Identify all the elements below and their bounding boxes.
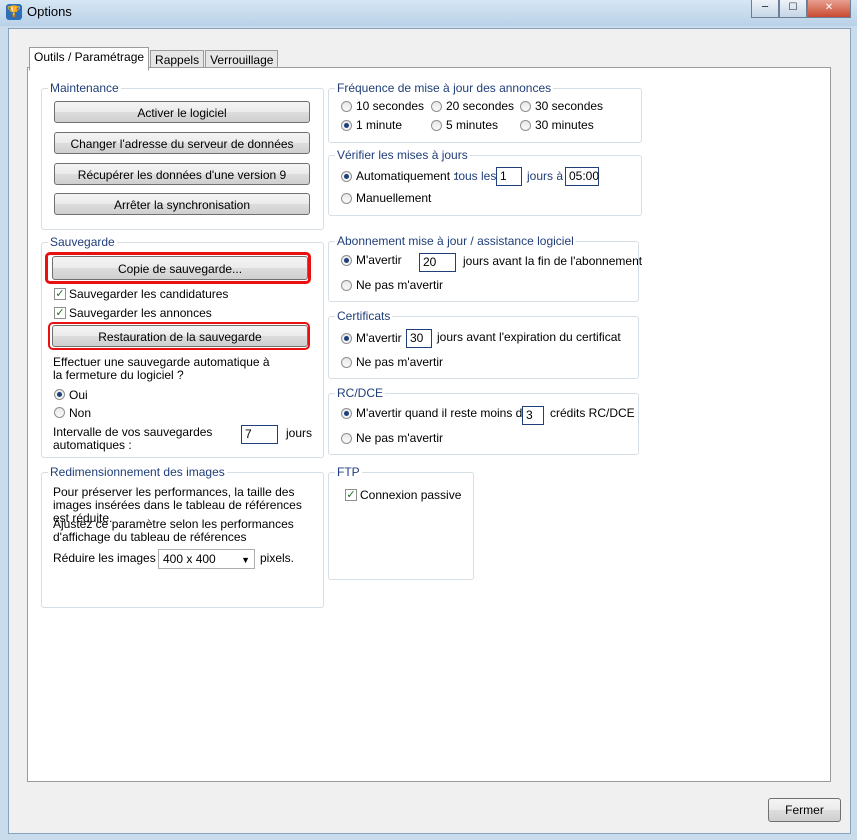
recover-v9-data-button[interactable]: Récupérer les données d'une version 9 — [54, 163, 310, 185]
maintenance-group: Maintenance Activer le logiciel Changer … — [41, 81, 324, 230]
close-window-button[interactable]: ✕ — [807, 0, 851, 18]
minimize-button[interactable]: ─ — [751, 0, 779, 18]
dialog-body: Outils / Paramétrage Rappels Verrouillag… — [8, 28, 851, 834]
freq-5min-radio[interactable] — [431, 120, 442, 131]
certificats-group: Certificats M'avertir 30 jours avant l'e… — [328, 309, 639, 379]
interval-unit: jours — [286, 426, 313, 440]
cert-warn-radio[interactable] — [341, 333, 352, 344]
images-title: Redimensionnement des images — [48, 465, 227, 479]
tab-outils-parametrage[interactable]: Outils / Paramétrage — [29, 47, 150, 71]
auto-backup-oui-radio[interactable] — [54, 389, 65, 400]
image-size-value: 400 x 400 — [163, 552, 216, 566]
passive-label: Connexion passive — [360, 488, 462, 502]
trophy-icon: 🏆 — [6, 4, 22, 20]
maximize-button[interactable]: ☐ — [779, 0, 807, 18]
reduce-label: Réduire les images à — [53, 551, 166, 565]
annonces-label: Sauvegarder les annonces — [69, 306, 212, 320]
abonnement-title: Abonnement mise à jour / assistance logi… — [335, 234, 576, 248]
backup-copy-button[interactable]: Copie de sauvegarde... — [52, 256, 308, 280]
annonces-checkbox[interactable]: ✓ — [54, 307, 66, 319]
activate-software-button[interactable]: Activer le logiciel — [54, 101, 310, 123]
freq-30min-radio[interactable] — [520, 120, 531, 131]
freq-30s-radio[interactable] — [520, 101, 531, 112]
images-group: Redimensionnement des images Pour préser… — [41, 465, 324, 608]
auto-backup-question: Effectuer une sauvegarde automatique à l… — [53, 355, 270, 382]
interval-field[interactable]: 7 — [241, 425, 278, 444]
freq-10s-label: 10 secondes — [356, 99, 425, 113]
freq-30s-label: 30 secondes — [535, 99, 604, 113]
rcdce-title: RC/DCE — [335, 386, 386, 400]
certificats-title: Certificats — [335, 309, 393, 323]
interval-label: Intervalle de vos sauvegardes automatiqu… — [53, 425, 213, 452]
verify-auto-radio[interactable] — [341, 171, 352, 182]
rcdce-credits-field[interactable]: 3 — [522, 406, 544, 425]
sauvegarde-group: Sauvegarde Copie de sauvegarde... ✓ Sauv… — [41, 235, 324, 458]
abo-nowarn-radio[interactable] — [341, 280, 352, 291]
freq-1min-radio[interactable] — [341, 120, 352, 131]
abonnement-group: Abonnement mise à jour / assistance logi… — [328, 234, 643, 302]
cert-days-text: jours avant l'expiration du certificat — [437, 330, 621, 344]
cert-nowarn-radio[interactable] — [341, 357, 352, 368]
rcdce-credits-text: crédits RC/DCE — [550, 406, 635, 420]
restore-backup-button[interactable]: Restauration de la sauvegarde — [52, 325, 308, 347]
change-server-address-button[interactable]: Changer l'adresse du serveur de données — [54, 132, 310, 154]
verify-manual-radio[interactable] — [341, 193, 352, 204]
rcdce-group: RC/DCE M'avertir quand il reste moins de… — [328, 386, 639, 455]
rcdce-warn-label: M'avertir quand il reste moins de — [356, 406, 530, 420]
abo-warn-label: M'avertir — [356, 253, 402, 267]
verifier-group: Vérifier les mises à jours Automatiqueme… — [328, 148, 642, 216]
freq-5min-label: 5 minutes — [446, 118, 499, 132]
rcdce-nowarn-label: Ne pas m'avertir — [356, 431, 443, 445]
oui-label: Oui — [69, 388, 88, 402]
ftp-group: FTP ✓ Connexion passive — [328, 465, 474, 580]
freq-1min-label: 1 minute — [356, 118, 403, 132]
window-titlebar: 🏆 Options ─ ☐ ✕ — [0, 0, 857, 26]
abo-days-text: jours avant la fin de l'abonnement — [463, 254, 643, 268]
window-title: Options — [27, 4, 72, 19]
tab-panel: Maintenance Activer le logiciel Changer … — [27, 67, 831, 782]
candidatures-label: Sauvegarder les candidatures — [69, 287, 229, 301]
verify-auto-label: Automatiquement : — [356, 169, 457, 183]
rcdce-warn-radio[interactable] — [341, 408, 352, 419]
verifier-title: Vérifier les mises à jours — [335, 148, 470, 162]
auto-backup-non-radio[interactable] — [54, 407, 65, 418]
cert-warn-label: M'avertir — [356, 331, 402, 345]
frequence-title: Fréquence de mise à jour des annonces — [335, 81, 554, 95]
freq-20s-label: 20 secondes — [446, 99, 515, 113]
candidatures-checkbox[interactable]: ✓ — [54, 288, 66, 300]
abo-warn-radio[interactable] — [341, 255, 352, 266]
maintenance-title: Maintenance — [48, 81, 121, 95]
sauvegarde-title: Sauvegarde — [48, 235, 117, 249]
freq-30min-label: 30 minutes — [535, 118, 594, 132]
ftp-title: FTP — [335, 465, 362, 479]
stop-sync-button[interactable]: Arrêter la synchronisation — [54, 193, 310, 215]
verify-days-field[interactable]: 1 — [496, 167, 522, 186]
verify-manual-label: Manuellement — [356, 191, 432, 205]
cert-nowarn-label: Ne pas m'avertir — [356, 355, 443, 369]
passive-checkbox[interactable]: ✓ — [345, 489, 357, 501]
images-text-2: Ajustez ce paramètre selon les performan… — [53, 517, 294, 544]
jours-a-label: jours à — [527, 169, 564, 183]
non-label: Non — [69, 406, 92, 420]
freq-20s-radio[interactable] — [431, 101, 442, 112]
freq-10s-radio[interactable] — [341, 101, 352, 112]
reduce-unit: pixels. — [260, 551, 295, 565]
frequence-group: Fréquence de mise à jour des annonces 10… — [328, 81, 642, 143]
cert-days-field[interactable]: 30 — [406, 329, 432, 348]
image-size-select[interactable]: 400 x 400 ▼ — [158, 549, 255, 569]
abo-days-field[interactable]: 20 — [419, 253, 456, 272]
verify-time-field[interactable]: 05:00 — [565, 167, 599, 186]
tous-les-label: tous les — [455, 169, 497, 183]
close-button[interactable]: Fermer — [768, 798, 841, 822]
chevron-down-icon: ▼ — [241, 555, 250, 565]
rcdce-nowarn-radio[interactable] — [341, 433, 352, 444]
abo-nowarn-label: Ne pas m'avertir — [356, 278, 443, 292]
